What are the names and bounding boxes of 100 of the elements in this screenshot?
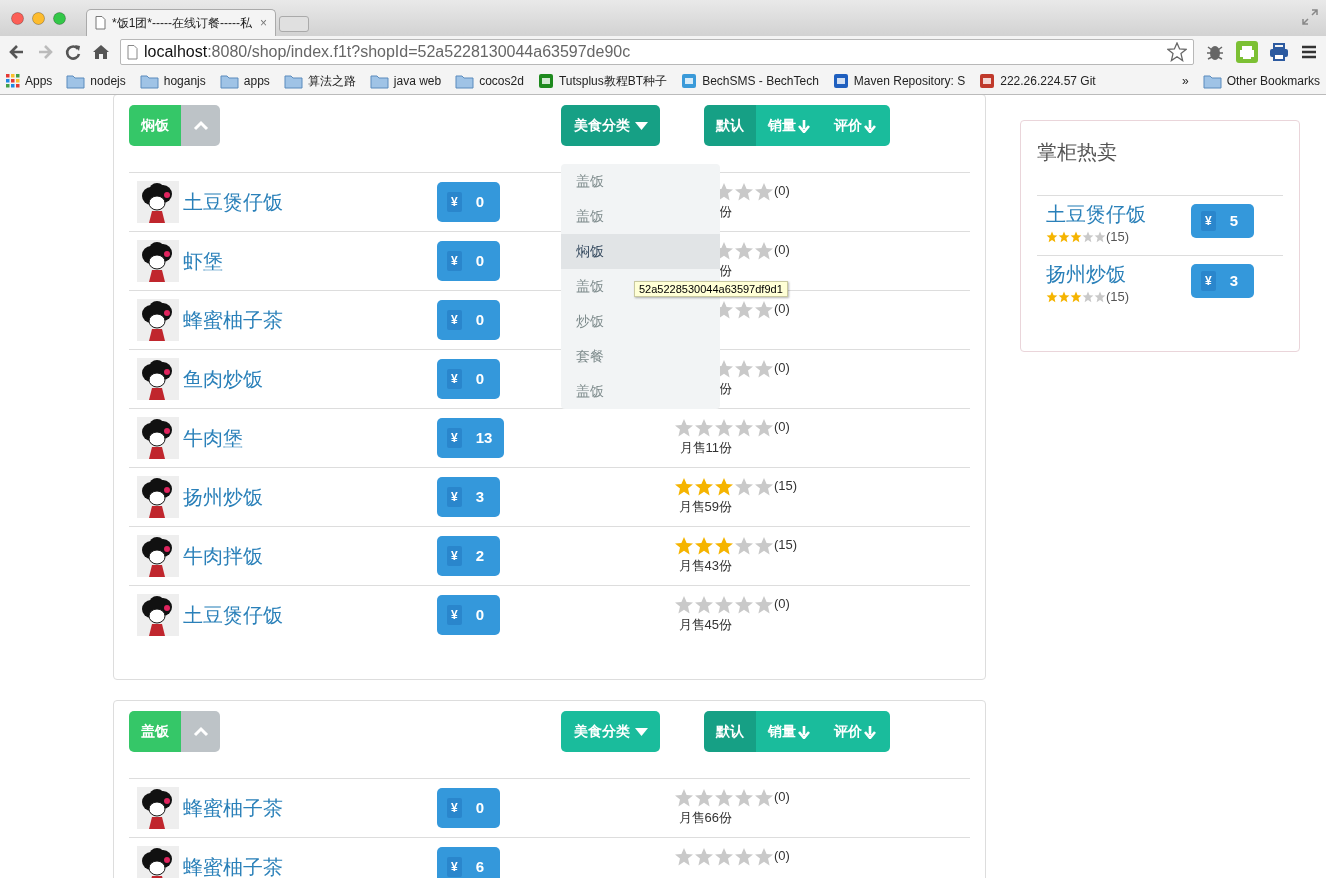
bookmark[interactable]: 算法之路 <box>283 72 356 90</box>
printer-icon[interactable] <box>1268 41 1290 63</box>
dropdown-item[interactable]: 盖饭 <box>561 164 720 199</box>
price-button[interactable]: ¥ 0 <box>437 241 500 281</box>
bookmark[interactable]: Maven Repository: S <box>832 72 966 90</box>
window-control-icon[interactable] <box>11 12 24 25</box>
home-icon[interactable] <box>92 43 110 61</box>
bookmark[interactable]: Other Bookmarks <box>1202 72 1320 90</box>
window-control-icon[interactable] <box>32 12 45 25</box>
price-button[interactable]: ¥ 0 <box>437 595 500 635</box>
price-button[interactable]: ¥ 3 <box>437 477 500 517</box>
sort-button[interactable]: 评价 <box>822 105 890 146</box>
dish-name-link[interactable]: 土豆煲仔饭 <box>183 187 283 217</box>
bookmark[interactable]: cocos2d <box>455 72 524 90</box>
price-button[interactable]: ¥ 6 <box>437 847 500 878</box>
dish-name-link[interactable]: 扬州炒饭 <box>1046 263 1126 285</box>
price-button[interactable]: ¥ 2 <box>437 536 500 576</box>
bookmark[interactable]: Tutsplus教程BT种子 <box>537 72 668 90</box>
dish-name-link[interactable]: 扬州炒饭 <box>183 482 263 512</box>
price-button[interactable]: ¥ 5 <box>1191 204 1254 238</box>
star-icon <box>754 476 774 497</box>
forward-arrow-icon[interactable] <box>36 43 54 61</box>
star-icon <box>754 240 774 261</box>
monthly-sales: 月售66份 <box>678 809 732 827</box>
star-icon <box>674 535 694 556</box>
folder-icon <box>369 73 389 89</box>
star-icon <box>1082 230 1094 243</box>
price-button[interactable]: ¥ 0 <box>437 182 500 222</box>
thumbnail-drawing <box>137 417 179 459</box>
dish-name-link[interactable]: 土豆煲仔饭 <box>183 600 283 630</box>
thumbnail-drawing <box>137 299 179 341</box>
review-count: (0) <box>774 360 790 377</box>
review-count: (0) <box>774 419 790 436</box>
filter-dropdown-button[interactable]: 美食分类 <box>561 711 660 752</box>
bookmark[interactable]: BechSMS - BechTech <box>681 72 819 90</box>
browser-tab[interactable]: *饭1团*-----在线订餐-----私 × <box>86 9 276 36</box>
dropdown-item[interactable]: 焖饭 <box>561 234 720 269</box>
dish-name-link[interactable]: 牛肉拌饭 <box>183 541 263 571</box>
address-bar[interactable]: localhost:8080/shop/index.f1t?shopId=52a5228130044a63597de90c <box>120 39 1194 65</box>
new-tab-button[interactable] <box>279 16 309 32</box>
window-control-icon[interactable] <box>53 12 66 25</box>
bookmark[interactable]: hoganjs <box>139 72 206 90</box>
sort-button[interactable]: 默认 <box>704 711 756 752</box>
bookmark[interactable]: nodejs <box>66 72 126 90</box>
reload-icon[interactable] <box>64 43 82 61</box>
monthly-sales: 月售43份 <box>678 557 732 575</box>
folder-icon <box>219 73 239 89</box>
dropdown-item[interactable]: 套餐 <box>561 339 720 374</box>
star-icon <box>1094 230 1106 243</box>
thumbnail-drawing <box>137 535 179 577</box>
bookmark[interactable]: 222.26.224.57 Git <box>979 72 1096 90</box>
tab-title: *饭1团*-----在线订餐-----私 <box>112 15 253 32</box>
sort-button[interactable]: 评价 <box>822 711 890 752</box>
bookmark-star-icon[interactable] <box>1167 42 1187 62</box>
bookmark[interactable]: Apps <box>6 72 53 90</box>
review-count: (15) <box>774 478 798 495</box>
bookmark[interactable]: apps <box>219 72 270 90</box>
star-icon <box>694 535 714 556</box>
category-button[interactable]: 盖饭 <box>129 711 181 752</box>
bookmark[interactable]: java web <box>369 72 442 90</box>
price-button[interactable]: ¥ 0 <box>437 359 500 399</box>
page-icon <box>95 16 106 30</box>
star-icon <box>714 476 734 497</box>
collapse-button[interactable] <box>181 105 220 146</box>
dropdown-item[interactable]: 炒饭 <box>561 304 720 339</box>
star-icon <box>754 594 774 615</box>
overflow-chevron[interactable]: » <box>1181 72 1189 90</box>
sort-button[interactable]: 销量 <box>756 711 822 752</box>
dropdown-item[interactable]: 盖饭 <box>561 374 720 409</box>
menu-icon[interactable] <box>1300 43 1318 61</box>
back-arrow-icon[interactable] <box>8 43 26 61</box>
dish-name-link[interactable]: 虾堡 <box>183 246 223 276</box>
dish-name-link[interactable]: 蜂蜜柚子茶 <box>183 305 283 335</box>
monthly-sales: 月售45份 <box>678 616 732 634</box>
sort-button[interactable]: 默认 <box>704 105 756 146</box>
dish-name-link[interactable]: 鱼肉炒饭 <box>183 364 263 394</box>
filter-dropdown-button[interactable]: 美食分类 <box>561 105 660 146</box>
price-button[interactable]: ¥ 0 <box>437 300 500 340</box>
star-icon <box>734 181 754 202</box>
dish-name-link[interactable]: 牛肉堡 <box>183 423 243 453</box>
star-icon <box>754 358 774 379</box>
review-count: (15) <box>1106 228 1130 246</box>
category-button[interactable]: 焖饭 <box>129 105 181 146</box>
sort-button[interactable]: 销量 <box>756 105 822 146</box>
price-button[interactable]: ¥ 3 <box>1191 264 1254 298</box>
collapse-button[interactable] <box>181 711 220 752</box>
star-icon <box>734 358 754 379</box>
star-icon <box>714 535 734 556</box>
review-count: (0) <box>774 242 790 259</box>
dish-name-link[interactable]: 蜂蜜柚子茶 <box>183 852 283 878</box>
close-icon[interactable]: × <box>260 14 267 32</box>
expand-icon[interactable] <box>1302 9 1318 25</box>
price-button[interactable]: ¥ 0 <box>437 788 500 828</box>
dropdown-item[interactable]: 盖饭 <box>561 199 720 234</box>
dish-name-link[interactable]: 蜂蜜柚子茶 <box>183 793 283 823</box>
thumbnail-drawing <box>137 181 179 223</box>
dish-name-link[interactable]: 土豆煲仔饭 <box>1046 203 1146 225</box>
star-icon <box>714 417 734 438</box>
star-icon <box>1082 290 1094 303</box>
price-button[interactable]: ¥ 13 <box>437 418 505 458</box>
